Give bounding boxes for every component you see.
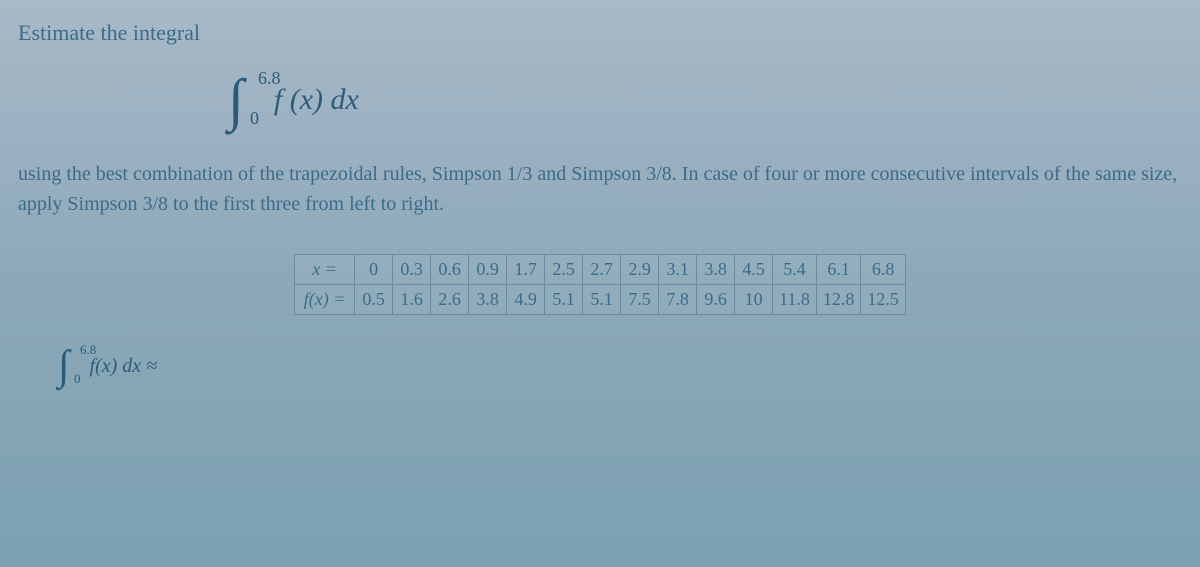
integral-symbol: ∫ 6.8 0 bbox=[228, 71, 244, 129]
integral-symbol-small: ∫ 6.8 0 bbox=[58, 345, 70, 387]
prompt-text: Estimate the integral bbox=[18, 20, 1182, 46]
fx-cell: 11.8 bbox=[773, 285, 817, 315]
fx-cell: 4.9 bbox=[507, 285, 545, 315]
fx-cell: 5.1 bbox=[583, 285, 621, 315]
fx-cell: 5.1 bbox=[545, 285, 583, 315]
row-header-x: x = bbox=[295, 255, 355, 285]
fx-cell: 0.5 bbox=[355, 285, 393, 315]
integral-expression: ∫ 6.8 0 f (x) dx bbox=[228, 71, 1182, 129]
integrand: f (x) dx bbox=[274, 83, 359, 117]
x-cell: 0.9 bbox=[469, 255, 507, 285]
x-cell: 2.9 bbox=[621, 255, 659, 285]
lower-bound: 0 bbox=[250, 109, 259, 127]
fx-cell: 12.8 bbox=[816, 285, 861, 315]
row-header-fx: f(x) = bbox=[295, 285, 355, 315]
fx-cell: 3.8 bbox=[469, 285, 507, 315]
data-table: x = 0 0.3 0.6 0.9 1.7 2.5 2.7 2.9 3.1 3.… bbox=[294, 254, 906, 315]
x-cell: 0 bbox=[355, 255, 393, 285]
x-cell: 6.8 bbox=[861, 255, 906, 285]
x-cell: 5.4 bbox=[773, 255, 817, 285]
x-cell: 2.7 bbox=[583, 255, 621, 285]
fx-cell: 2.6 bbox=[431, 285, 469, 315]
x-cell: 2.5 bbox=[545, 255, 583, 285]
upper-bound: 6.8 bbox=[258, 69, 281, 87]
table-row-fx: f(x) = 0.5 1.6 2.6 3.8 4.9 5.1 5.1 7.5 7… bbox=[295, 285, 906, 315]
upper-bound-small: 6.8 bbox=[80, 343, 96, 356]
x-cell: 1.7 bbox=[507, 255, 545, 285]
fx-cell: 12.5 bbox=[861, 285, 906, 315]
x-cell: 6.1 bbox=[816, 255, 861, 285]
instruction-text: using the best combination of the trapez… bbox=[18, 159, 1182, 219]
fx-cell: 1.6 bbox=[393, 285, 431, 315]
lower-bound-small: 0 bbox=[74, 372, 81, 385]
fx-cell: 9.6 bbox=[697, 285, 735, 315]
x-cell: 0.3 bbox=[393, 255, 431, 285]
fx-cell: 10 bbox=[735, 285, 773, 315]
x-cell: 0.6 bbox=[431, 255, 469, 285]
table-row-x: x = 0 0.3 0.6 0.9 1.7 2.5 2.7 2.9 3.1 3.… bbox=[295, 255, 906, 285]
x-cell: 3.8 bbox=[697, 255, 735, 285]
x-cell: 4.5 bbox=[735, 255, 773, 285]
fx-cell: 7.8 bbox=[659, 285, 697, 315]
answer-integrand: f(x) dx ≈ bbox=[90, 355, 158, 378]
fx-cell: 7.5 bbox=[621, 285, 659, 315]
x-cell: 3.1 bbox=[659, 255, 697, 285]
answer-expression: ∫ 6.8 0 f(x) dx ≈ bbox=[58, 345, 1182, 387]
